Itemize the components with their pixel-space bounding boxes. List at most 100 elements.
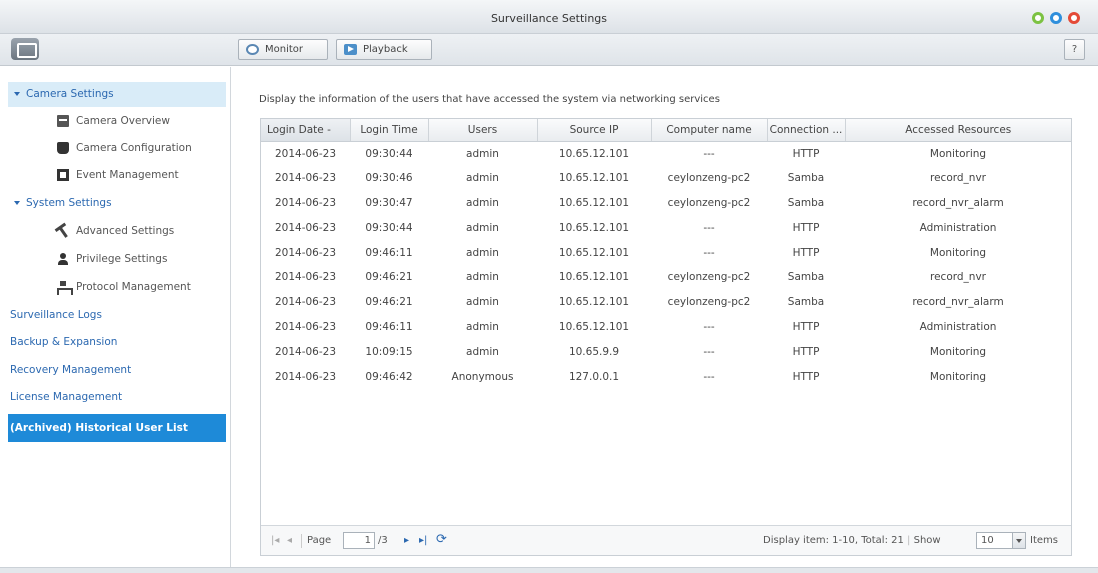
minimize-button[interactable] <box>1032 12 1044 24</box>
cell-computer-name: --- <box>703 246 715 259</box>
sidebar-item-surveillance-logs[interactable]: Surveillance Logs <box>8 303 226 328</box>
cell-user: admin <box>466 147 499 160</box>
items-per-page-value: 10 <box>981 535 994 546</box>
page-total: /3 <box>378 535 388 546</box>
next-page-icon[interactable]: ▸ <box>404 535 409 546</box>
table-row[interactable]: 2014-06-23 09:46:11 admin 10.65.12.101 --- HT… <box>261 315 1071 340</box>
main-panel: Display the information of the users tha… <box>232 67 1098 567</box>
show-label: Show <box>913 535 941 546</box>
table-row[interactable]: 2014-06-23 09:46:21 admin 10.65.12.101 ceylo… <box>261 265 1071 290</box>
help-button[interactable]: ? <box>1064 39 1085 60</box>
sidebar-item-label: System Settings <box>26 197 112 209</box>
cell-accessed-resource: Monitoring <box>929 345 987 358</box>
display-info-text: Display item: 1-10, Total: 21 <box>763 535 904 546</box>
playback-button[interactable]: Playback <box>336 39 432 60</box>
page-label: Page <box>307 535 332 546</box>
sidebar-item-license-management[interactable]: License Management <box>8 385 226 410</box>
sidebar-item-label: Camera Settings <box>26 88 114 100</box>
sidebar-item-label: Camera Overview <box>76 115 170 127</box>
cell-source-ip: 10.65.12.101 <box>558 320 630 333</box>
monitor-button[interactable]: Monitor <box>238 39 328 60</box>
sidebar-item-protocol-management[interactable]: Protocol Management <box>8 275 226 300</box>
cell-user: admin <box>466 320 499 333</box>
cell-login-time: 09:46:42 <box>365 370 413 383</box>
playback-label: Playback <box>363 44 408 55</box>
table-row[interactable]: 2014-06-23 09:30:44 admin 10.65.12.101 --- HT… <box>261 141 1071 166</box>
table-row[interactable]: 2014-06-23 10:09:15 admin 10.65.9.9 --- HTTP M… <box>261 339 1071 364</box>
close-button[interactable] <box>1068 12 1080 24</box>
user-icon <box>57 253 69 265</box>
sidebar: Camera Settings Camera Overview Camera C… <box>0 67 231 567</box>
page-description: Display the information of the users tha… <box>259 94 720 105</box>
cell-login-time: 09:46:21 <box>365 296 413 309</box>
last-page-icon[interactable]: ▸| <box>419 535 427 546</box>
sidebar-item-camera-overview[interactable]: Camera Overview <box>8 109 226 134</box>
cell-computer-name: ceylonzeng-pc2 <box>667 271 751 284</box>
column-header-computer-name[interactable]: Computer name <box>651 119 768 142</box>
column-header-users[interactable]: Users <box>428 119 538 142</box>
cell-login-time: 09:30:44 <box>365 221 413 234</box>
sidebar-item-camera-configuration[interactable]: Camera Configuration <box>8 136 226 161</box>
table-row[interactable]: 2014-06-23 09:46:42 Anonymous 127.0.0.1 --- H… <box>261 364 1071 389</box>
column-header-connection[interactable]: Connection ... <box>767 119 846 142</box>
cell-login-time: 09:46:21 <box>365 271 413 284</box>
cell-connection: HTTP <box>792 147 820 160</box>
sidebar-item-label: Camera Configuration <box>76 142 192 154</box>
sidebar-item-label: Advanced Settings <box>76 225 175 237</box>
table-row[interactable]: 2014-06-23 09:30:46 admin 10.65.12.101 ceylo… <box>261 166 1071 191</box>
sidebar-item-system-settings[interactable]: System Settings <box>8 191 226 216</box>
table-row[interactable]: 2014-06-23 09:30:44 admin 10.65.12.101 --- HT… <box>261 215 1071 240</box>
cell-connection: HTTP <box>792 320 820 333</box>
cell-login-time: 09:30:44 <box>365 147 413 160</box>
cell-login-time: 09:30:46 <box>365 172 413 185</box>
sidebar-item-recovery-management[interactable]: Recovery Management <box>8 358 226 383</box>
wrench-icon <box>54 222 72 240</box>
items-per-page-select[interactable]: 10 <box>976 532 1026 549</box>
monitor-label: Monitor <box>265 44 304 55</box>
maximize-button[interactable] <box>1050 12 1062 24</box>
sidebar-item-event-management[interactable]: Event Management <box>8 163 226 188</box>
table-row[interactable]: 2014-06-23 09:46:11 admin 10.65.12.101 --- HT… <box>261 240 1071 265</box>
refresh-icon[interactable]: ⟳ <box>436 532 447 547</box>
cell-user: admin <box>466 246 499 259</box>
app-icon[interactable] <box>11 38 39 60</box>
cell-connection: Samba <box>787 271 825 284</box>
cell-source-ip: 10.65.12.101 <box>558 221 630 234</box>
table-row[interactable]: 2014-06-23 09:46:21 admin 10.65.12.101 ceylo… <box>261 290 1071 315</box>
first-page-icon[interactable]: |◂ <box>271 535 279 546</box>
column-header-accessed-resources[interactable]: Accessed Resources <box>845 119 1071 142</box>
cell-login-date: 2014-06-23 <box>274 147 337 160</box>
cell-computer-name: --- <box>703 370 715 383</box>
sidebar-item-historical-user-list[interactable]: (Archived) Historical User List <box>8 414 226 442</box>
monitor-icon <box>246 44 259 55</box>
cell-user: admin <box>466 172 499 185</box>
bottom-border <box>0 567 1098 573</box>
cell-connection: HTTP <box>792 221 820 234</box>
page-number-input[interactable]: 1 <box>343 532 375 549</box>
sidebar-item-label: Privilege Settings <box>76 253 168 265</box>
cell-computer-name: --- <box>703 345 715 358</box>
sidebar-item-advanced-settings[interactable]: Advanced Settings <box>8 219 226 244</box>
camera-overview-icon <box>57 115 69 127</box>
column-header-source-ip[interactable]: Source IP <box>537 119 652 142</box>
sidebar-item-backup-expansion[interactable]: Backup & Expansion <box>8 330 226 355</box>
column-header-login-time[interactable]: Login Time <box>350 119 429 142</box>
items-label: Items <box>1030 535 1058 546</box>
prev-page-icon[interactable]: ◂ <box>287 535 292 546</box>
surveillance-settings-window: Surveillance Settings Monitor Playback ?… <box>0 0 1098 573</box>
cell-source-ip: 10.65.12.101 <box>558 271 630 284</box>
table-row[interactable]: 2014-06-23 09:30:47 admin 10.65.12.101 ceylo… <box>261 191 1071 216</box>
cell-computer-name: ceylonzeng-pc2 <box>667 296 751 309</box>
cell-user: admin <box>466 296 499 309</box>
sidebar-item-camera-settings[interactable]: Camera Settings <box>8 82 226 107</box>
sidebar-item-privilege-settings[interactable]: Privilege Settings <box>8 247 226 272</box>
cell-login-time: 09:46:11 <box>365 246 413 259</box>
cell-login-date: 2014-06-23 <box>274 221 337 234</box>
cell-user: admin <box>466 221 499 234</box>
column-header-login-date[interactable]: Login Date - <box>261 119 351 142</box>
sort-icon: - <box>327 123 331 136</box>
cell-login-date: 2014-06-23 <box>274 271 337 284</box>
expand-arrow-icon <box>14 91 20 96</box>
camera-configuration-icon <box>57 142 69 154</box>
user-list-table: Login Date - Login Time Users Source IP … <box>260 118 1072 556</box>
